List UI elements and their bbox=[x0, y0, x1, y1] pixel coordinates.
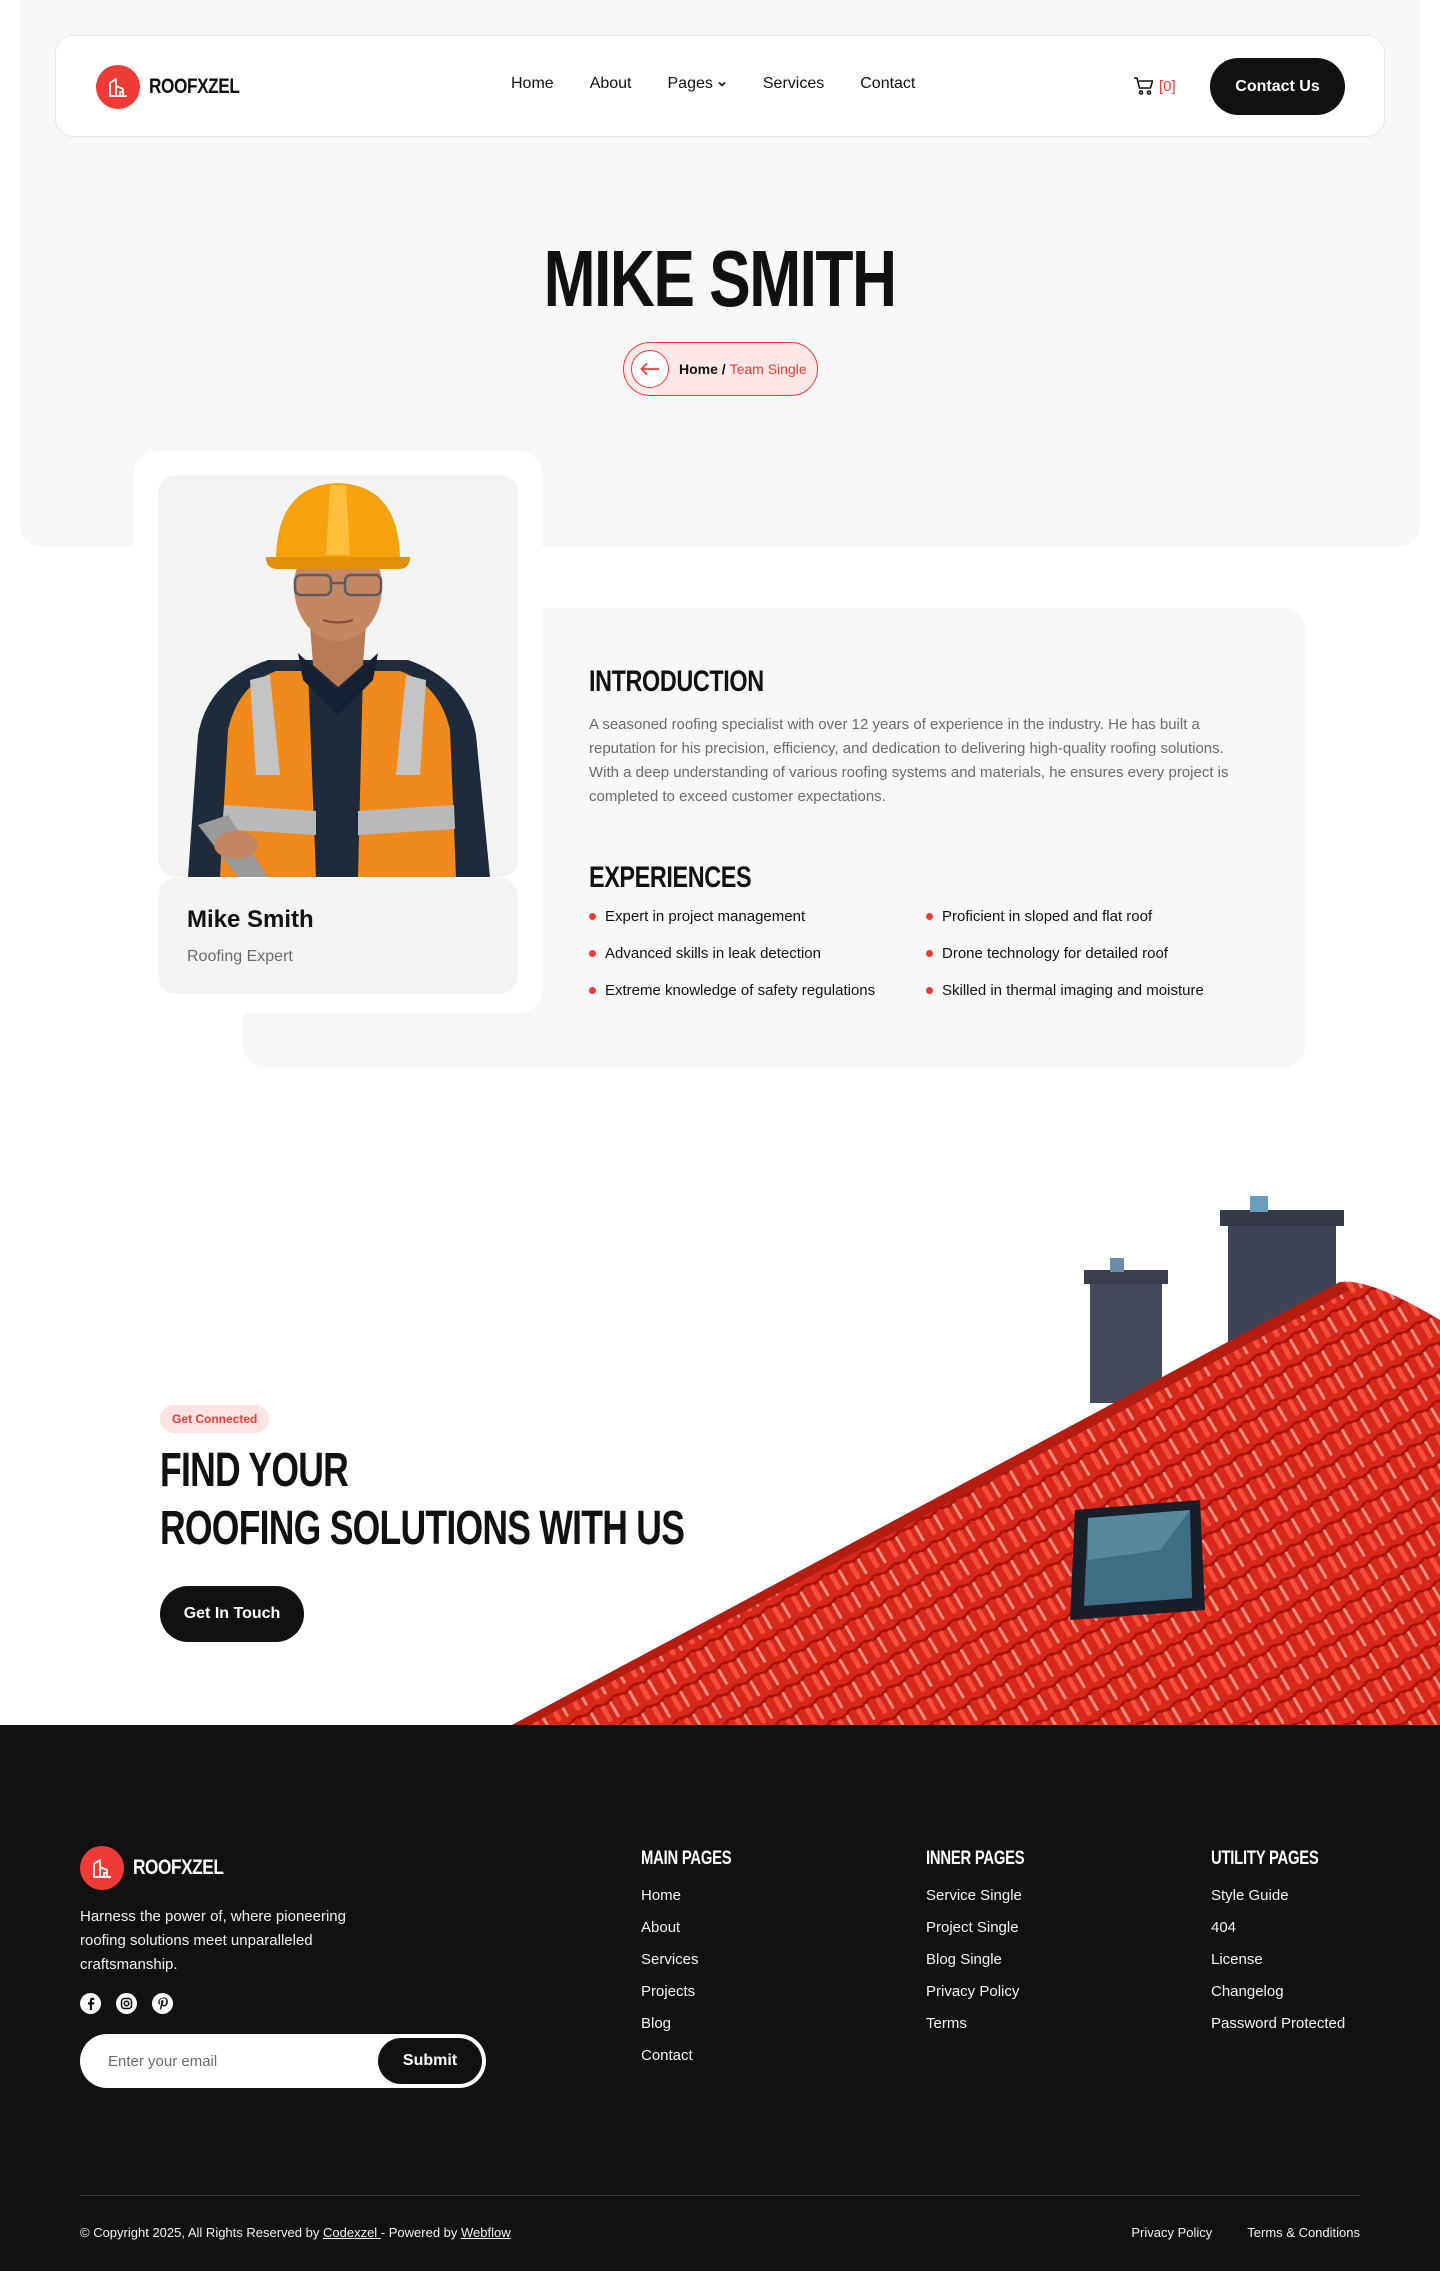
footer-link[interactable]: Password Protected bbox=[1211, 2015, 1349, 2047]
submit-button[interactable]: Submit bbox=[378, 2038, 482, 2084]
introduction-heading: INTRODUCTION bbox=[589, 665, 764, 698]
experience-text: Proficient in sloped and flat roof bbox=[942, 908, 1153, 925]
footer-link[interactable]: Terms bbox=[926, 2015, 1052, 2047]
footer-link[interactable]: Privacy Policy bbox=[926, 1983, 1052, 2015]
list-item: Skilled in thermal imaging and moisture bbox=[926, 982, 1256, 999]
get-in-touch-button[interactable]: Get In Touch bbox=[160, 1586, 304, 1642]
back-arrow-button[interactable] bbox=[631, 350, 669, 388]
experience-text: Advanced skills in leak detection bbox=[605, 945, 821, 962]
bullet-dot-icon bbox=[926, 987, 933, 994]
cta-heading-line-1: FIND YOUR bbox=[160, 1444, 349, 1497]
contact-us-button[interactable]: Contact Us bbox=[1210, 58, 1345, 115]
footer-brand-name: ROOFXZEL bbox=[133, 1856, 224, 1879]
newsletter-form: Submit bbox=[80, 2034, 486, 2088]
copyright-text: © Copyright 2025, All Rights Reserved by… bbox=[80, 2225, 511, 2240]
footer-brand-logo[interactable]: ROOFXZEL bbox=[80, 1846, 243, 1890]
list-item: Drone technology for detailed roof bbox=[926, 945, 1256, 962]
footer-description: Harness the power of, where pioneering r… bbox=[80, 1908, 346, 1973]
privacy-policy-link[interactable]: Privacy Policy bbox=[1131, 2225, 1212, 2240]
page-title: MIKE SMITH bbox=[0, 232, 1440, 326]
team-member-photo bbox=[158, 475, 518, 877]
navbar: ROOFXZEL Home About Pages Services Conta… bbox=[55, 35, 1385, 137]
cart-icon bbox=[1134, 77, 1154, 95]
footer-link[interactable]: Blog Single bbox=[926, 1951, 1052, 1983]
get-connected-tag: Get Connected bbox=[160, 1405, 270, 1433]
footer-link[interactable]: Style Guide bbox=[1211, 1887, 1349, 1919]
footer-column-inner-pages: INNER PAGES Service Single Project Singl… bbox=[926, 1848, 1052, 2047]
nav-link-services[interactable]: Services bbox=[763, 75, 824, 93]
instagram-icon[interactable] bbox=[116, 1993, 137, 2014]
cart-button[interactable]: [0] bbox=[1133, 76, 1176, 96]
introduction-text: A seasoned roofing specialist with over … bbox=[589, 716, 1229, 805]
nav-link-about[interactable]: About bbox=[590, 75, 632, 93]
footer-link[interactable]: Projects bbox=[641, 1983, 757, 2015]
bullet-dot-icon bbox=[926, 913, 933, 920]
team-member-name: Mike Smith bbox=[187, 906, 314, 933]
pinterest-icon[interactable] bbox=[152, 1993, 173, 2014]
nav-link-home[interactable]: Home bbox=[511, 75, 554, 93]
footer-link[interactable]: Blog bbox=[641, 2015, 757, 2047]
bullet-dot-icon bbox=[589, 987, 596, 994]
red-roof-illustration bbox=[512, 1196, 1440, 1725]
copyright-prefix: © Copyright 2025, All Rights Reserved by bbox=[80, 2225, 323, 2240]
footer-link[interactable]: Changelog bbox=[1211, 1983, 1349, 2015]
experience-text: Skilled in thermal imaging and moisture bbox=[942, 982, 1204, 999]
brand-name: ROOFXZEL bbox=[149, 75, 240, 98]
footer-link[interactable]: Service Single bbox=[926, 1887, 1052, 1919]
experience-text: Extreme knowledge of safety regulations bbox=[605, 982, 876, 999]
footer-column-heading: INNER PAGES bbox=[926, 1848, 1025, 1869]
breadcrumb-home[interactable]: Home bbox=[679, 361, 718, 377]
cta-heading-line-2: ROOFING SOLUTIONS WITH US bbox=[160, 1502, 685, 1555]
chevron-down-icon bbox=[718, 81, 726, 87]
footer-link[interactable]: Project Single bbox=[926, 1919, 1052, 1951]
footer: ROOFXZEL Harness the power of, where pio… bbox=[0, 1725, 1440, 2271]
social-links bbox=[80, 1993, 173, 2014]
footer-column-main-pages: MAIN PAGES Home About Services Projects … bbox=[641, 1848, 757, 2079]
footer-link[interactable]: Services bbox=[641, 1951, 757, 1983]
facebook-icon[interactable] bbox=[80, 1993, 101, 2014]
copyright-middle: - Powered by bbox=[380, 2225, 461, 2240]
brand-logo[interactable]: ROOFXZEL bbox=[96, 65, 259, 109]
breadcrumb-separator: / bbox=[721, 361, 726, 377]
experiences-heading: EXPERIENCES bbox=[589, 861, 752, 894]
nav-link-pages-label: Pages bbox=[667, 75, 713, 92]
nav-dropdown-pages[interactable]: Pages bbox=[668, 75, 727, 93]
page-title-text: MIKE SMITH bbox=[544, 234, 897, 323]
experience-text: Expert in project management bbox=[605, 908, 806, 925]
list-item: Advanced skills in leak detection bbox=[589, 945, 926, 962]
team-member-card: Mike Smith Roofing Expert bbox=[158, 878, 518, 994]
logo-building-icon bbox=[80, 1846, 124, 1890]
footer-link[interactable]: Contact bbox=[641, 2047, 757, 2079]
footer-divider bbox=[80, 2195, 1360, 2196]
main-nav: Home About Pages Services Contact bbox=[511, 75, 915, 93]
breadcrumb-current: Team Single bbox=[729, 361, 807, 377]
terms-conditions-link[interactable]: Terms & Conditions bbox=[1247, 2225, 1360, 2240]
arrow-left-icon bbox=[640, 362, 659, 376]
team-member-role: Roofing Expert bbox=[187, 948, 293, 965]
experience-list: Expert in project management Proficient … bbox=[589, 908, 1289, 999]
list-item: Proficient in sloped and flat roof bbox=[926, 908, 1256, 925]
experience-text: Drone technology for detailed roof bbox=[942, 945, 1168, 962]
webflow-link[interactable]: Webflow bbox=[461, 2225, 511, 2240]
legal-links: Privacy Policy Terms & Conditions bbox=[1131, 2225, 1360, 2240]
footer-column-utility-pages: UTILITY PAGES Style Guide 404 License Ch… bbox=[1211, 1848, 1349, 2047]
codexzel-link[interactable]: Codexzel bbox=[323, 2225, 381, 2240]
bullet-dot-icon bbox=[926, 950, 933, 957]
breadcrumb: Home / Team Single bbox=[623, 342, 818, 396]
logo-building-icon bbox=[96, 65, 140, 109]
footer-link[interactable]: License bbox=[1211, 1951, 1349, 1983]
footer-column-heading: UTILITY PAGES bbox=[1211, 1848, 1319, 1869]
bullet-dot-icon bbox=[589, 950, 596, 957]
nav-link-contact[interactable]: Contact bbox=[860, 75, 915, 93]
footer-link[interactable]: 404 bbox=[1211, 1919, 1349, 1951]
cart-count: [0] bbox=[1159, 77, 1176, 95]
footer-link[interactable]: About bbox=[641, 1919, 757, 1951]
email-input[interactable] bbox=[108, 2052, 363, 2070]
list-item: Extreme knowledge of safety regulations bbox=[589, 982, 926, 999]
list-item: Expert in project management bbox=[589, 908, 926, 925]
bullet-dot-icon bbox=[589, 913, 596, 920]
footer-column-heading: MAIN PAGES bbox=[641, 1848, 732, 1869]
footer-link[interactable]: Home bbox=[641, 1887, 757, 1919]
